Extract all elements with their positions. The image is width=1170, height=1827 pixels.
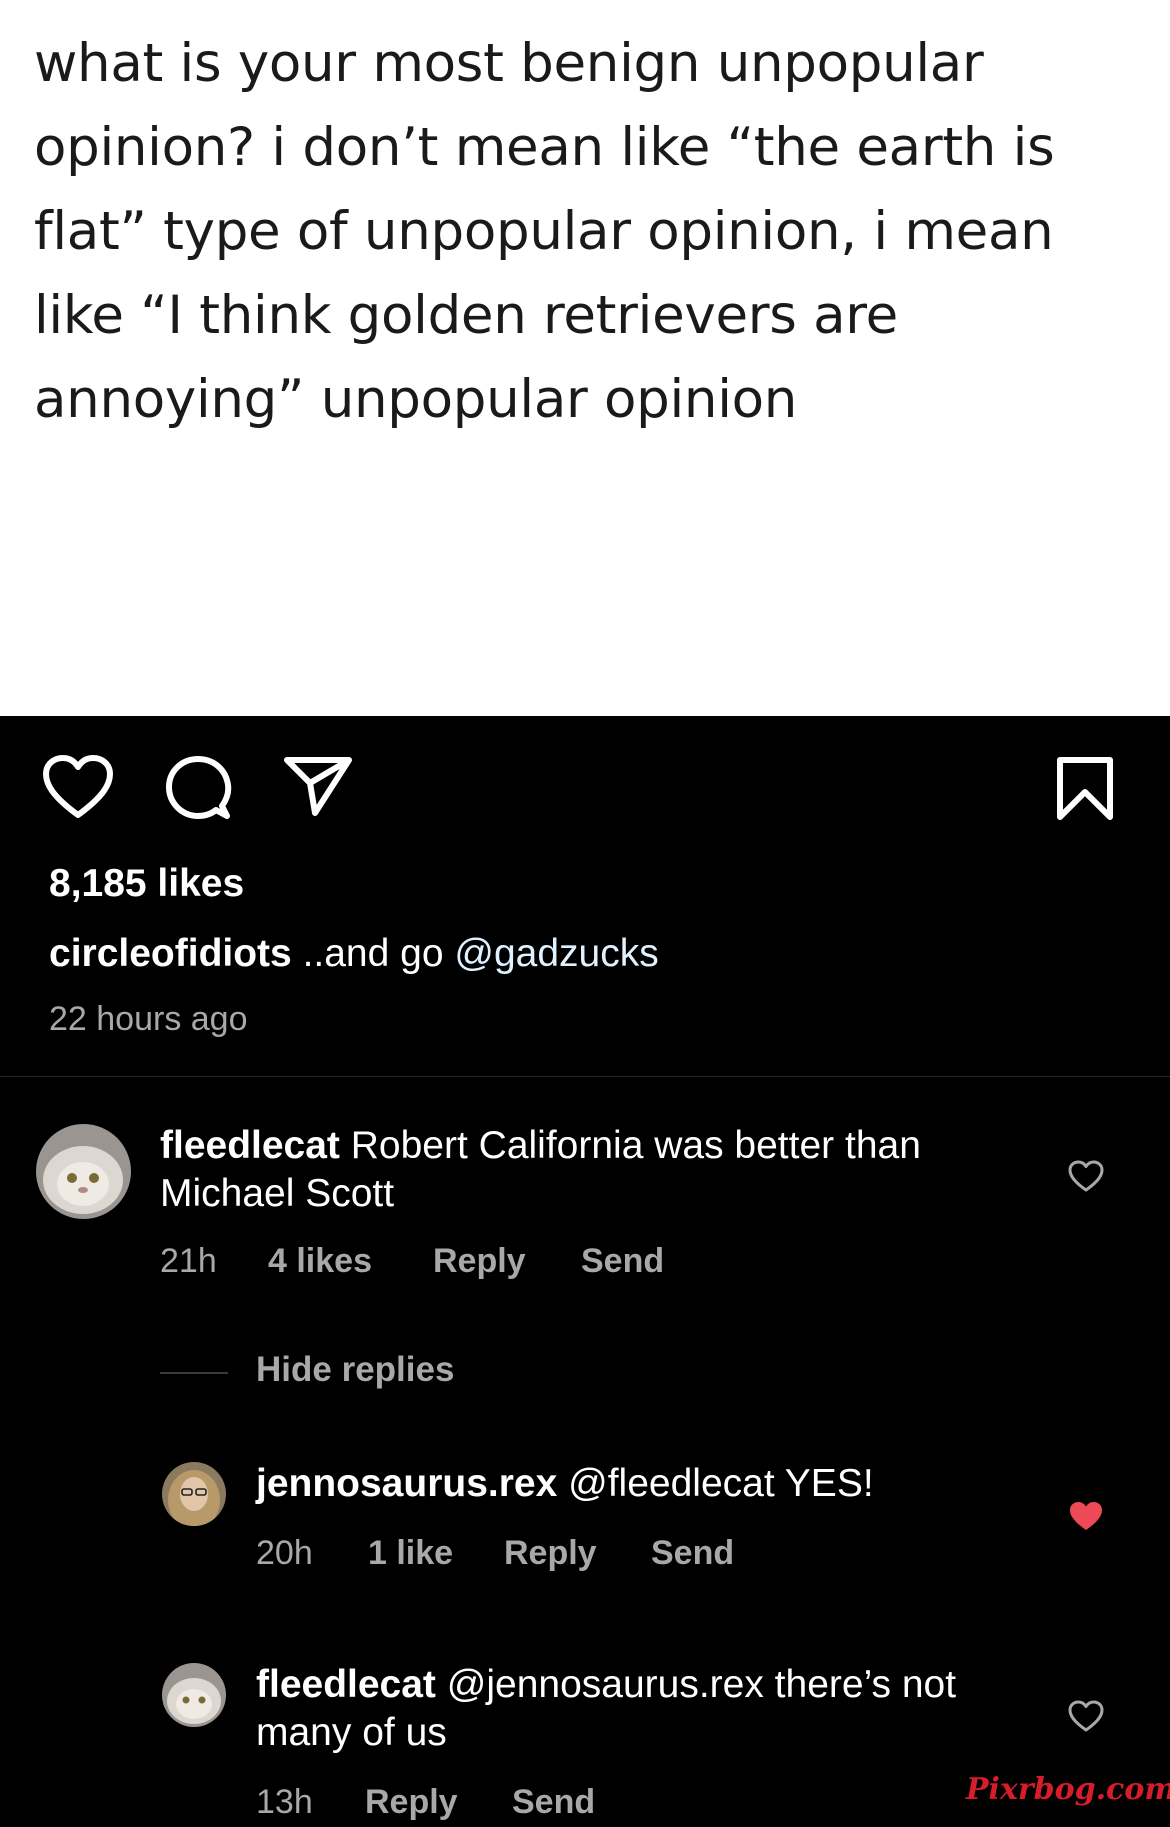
post-actions bbox=[0, 716, 1170, 866]
comment-username[interactable]: fleedlecat bbox=[160, 1124, 340, 1167]
comment-meta: 21h 4 likes Reply Send bbox=[160, 1242, 664, 1281]
send-button[interactable]: Send bbox=[512, 1783, 595, 1822]
comment-text: fleedlecat Robert California was better … bbox=[160, 1122, 980, 1218]
comment-time: 21h bbox=[160, 1242, 217, 1280]
reply-button[interactable]: Reply bbox=[433, 1242, 581, 1281]
reply-body: @fleedlecat YES! bbox=[557, 1462, 874, 1505]
reply-meta: 20h 1 like Reply Send bbox=[256, 1534, 734, 1573]
caption-mention[interactable]: @gadzucks bbox=[454, 932, 658, 975]
reply-likes[interactable]: 1 like bbox=[368, 1534, 504, 1573]
reply-username[interactable]: fleedlecat bbox=[256, 1663, 436, 1706]
avatar[interactable] bbox=[162, 1663, 226, 1727]
hide-replies-button[interactable]: Hide replies bbox=[256, 1350, 454, 1390]
bookmark-icon[interactable] bbox=[1056, 756, 1114, 822]
post-timestamp: 22 hours ago bbox=[49, 1000, 248, 1038]
avatar[interactable] bbox=[36, 1124, 131, 1219]
reply-button[interactable]: Reply bbox=[365, 1783, 512, 1822]
watermark: Pixrbog.com bbox=[966, 1772, 1170, 1807]
comment-likes[interactable]: 4 likes bbox=[268, 1242, 433, 1281]
share-icon[interactable] bbox=[283, 754, 353, 818]
likes-count[interactable]: 8,185 likes bbox=[49, 862, 244, 906]
caption-username[interactable]: circleofidiots bbox=[49, 932, 292, 975]
send-button[interactable]: Send bbox=[651, 1534, 734, 1573]
reply-meta: 13h Reply Send bbox=[256, 1783, 595, 1822]
comment-icon[interactable] bbox=[164, 754, 232, 822]
like-heart-icon[interactable] bbox=[1068, 1160, 1104, 1193]
reply-text: fleedlecat @jennosaurus.rex there’s not … bbox=[256, 1661, 996, 1757]
reply-text: jennosaurus.rex @fleedlecat YES! bbox=[256, 1460, 996, 1508]
heart-icon[interactable] bbox=[42, 754, 114, 820]
like-heart-icon[interactable] bbox=[1068, 1700, 1104, 1733]
liked-heart-icon[interactable] bbox=[1068, 1500, 1104, 1533]
reply-button[interactable]: Reply bbox=[504, 1534, 651, 1573]
caption-text: ..and go bbox=[291, 932, 455, 975]
post-text: what is your most benign unpopular opini… bbox=[34, 33, 1055, 430]
reply-username[interactable]: jennosaurus.rex bbox=[256, 1462, 557, 1505]
post-caption: circleofidiots ..and go @gadzucks bbox=[49, 932, 659, 976]
hide-replies-line bbox=[160, 1372, 228, 1374]
post-image[interactable]: what is your most benign unpopular opini… bbox=[0, 0, 1170, 716]
divider bbox=[0, 1076, 1170, 1077]
reply-time: 20h bbox=[256, 1534, 313, 1572]
send-button[interactable]: Send bbox=[581, 1242, 664, 1281]
avatar[interactable] bbox=[162, 1462, 226, 1526]
reply-time: 13h bbox=[256, 1783, 313, 1821]
